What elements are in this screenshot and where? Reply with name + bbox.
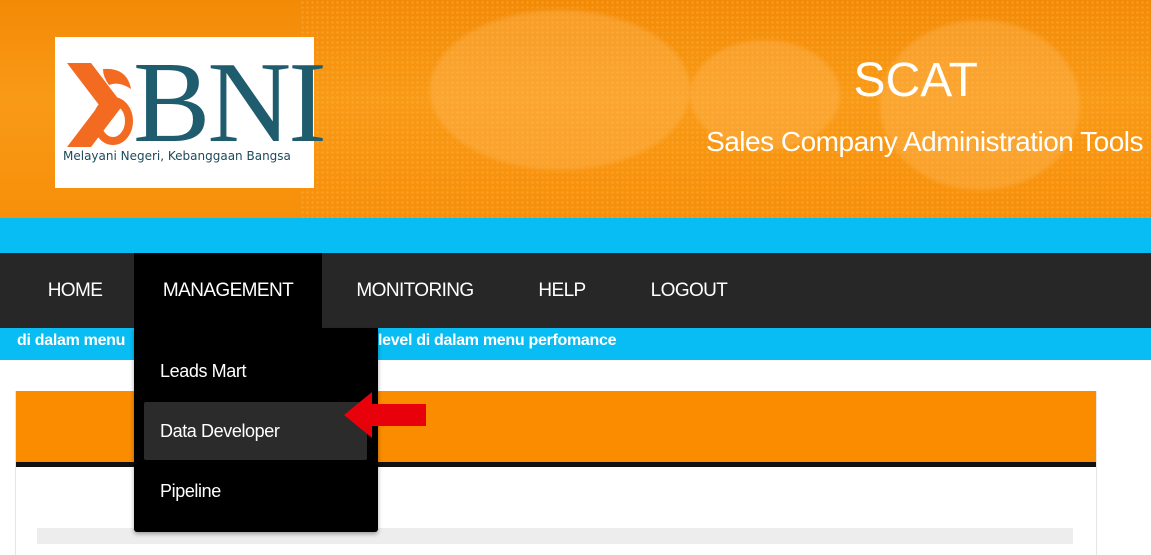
main-navbar: HOME MANAGEMENT MONITORING HELP LOGOUT [0, 253, 1151, 328]
marquee-text-right: level di dalam menu perfomance [378, 332, 617, 349]
header-divider-strip [0, 218, 1151, 253]
bni-logo[interactable]: BNI Melayani Negeri, Kebanggaan Bangsa [55, 37, 327, 188]
logo-wordmark: BNI [133, 39, 327, 167]
logo-tagline: Melayani Negeri, Kebanggaan Bangsa [63, 149, 291, 163]
nav-item-help[interactable]: HELP [522, 253, 602, 328]
marquee-text-left: di dalam menu [17, 332, 126, 349]
red-arrow-icon [344, 392, 426, 438]
menu-item-pipeline[interactable]: Pipeline [144, 462, 367, 520]
app-subtitle: Sales Company Administration Tools [706, 126, 1143, 157]
app-title: SCAT [853, 54, 978, 107]
header-banner: BNI Melayani Negeri, Kebanggaan Bangsa S… [0, 0, 1151, 218]
menu-item-data-developer[interactable]: Data Developer [144, 402, 367, 460]
map-highlight [430, 10, 690, 170]
menu-item-leads-mart[interactable]: Leads Mart [144, 342, 367, 400]
nav-item-home[interactable]: HOME [22, 253, 128, 328]
bni-46-logo-icon [67, 63, 133, 147]
nav-item-logout[interactable]: LOGOUT [634, 253, 744, 328]
nav-item-management[interactable]: MANAGEMENT [134, 253, 322, 328]
nav-item-monitoring[interactable]: MONITORING [340, 253, 490, 328]
